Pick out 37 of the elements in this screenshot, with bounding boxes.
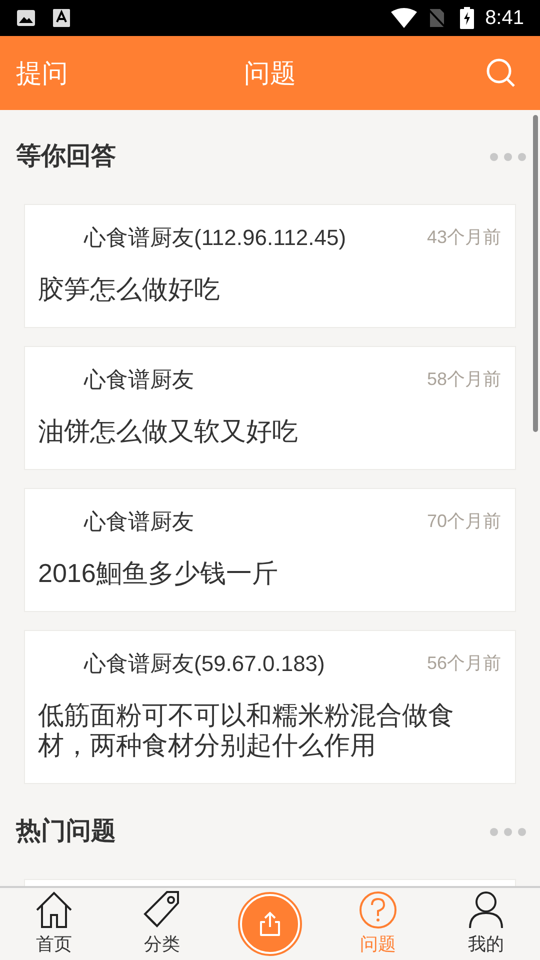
question-card[interactable]: 心食谱厨友 58个月前 油饼怎么做又软又好吃: [24, 346, 516, 470]
question-text: 2016鮰鱼多少钱一斤: [38, 558, 279, 588]
no-sim-icon: [427, 8, 446, 28]
question-card[interactable]: 心食谱厨友(59.67.0.183) 56个月前 低筋面粉可不可以和糯米粉混合做食材，两种食材分别起什么作用: [24, 630, 516, 784]
text-icon: [53, 9, 70, 27]
post-time: 56个月前: [426, 652, 501, 674]
more-icon[interactable]: [490, 828, 526, 836]
question-text: 油饼怎么做又软又好吃: [38, 416, 299, 446]
post-time: 70个月前: [426, 510, 501, 532]
image-icon: [16, 9, 36, 27]
question-card[interactable]: 心食谱厨友(112.96.112.45) 43个月前 胶笋怎么做好吃: [24, 204, 516, 328]
question-text: 胶笋怎么做好吃: [38, 274, 221, 304]
more-icon[interactable]: [490, 153, 526, 161]
author-name: 心食谱厨友: [84, 366, 194, 394]
nav-tab[interactable]: 我的: [468, 890, 504, 958]
page-title: 问题: [244, 56, 296, 90]
post-time: 58个月前: [426, 368, 501, 390]
search-icon[interactable]: [486, 58, 516, 88]
question-icon: [359, 890, 397, 928]
author-name: 心食谱厨友(112.96.112.45): [84, 224, 346, 252]
author-name: 心食谱厨友(59.67.0.183): [84, 650, 325, 678]
section-title: 等你回答: [16, 141, 116, 172]
author-name: 心食谱厨友: [84, 508, 194, 536]
nav-tab[interactable]: 首页: [35, 890, 73, 958]
nav-tab[interactable]: 分类: [143, 890, 181, 958]
share-button[interactable]: [240, 894, 300, 954]
home-icon: [35, 890, 73, 928]
question-card[interactable]: 心食谱厨友 70个月前 2016鮰鱼多少钱一斤: [24, 488, 516, 612]
user-icon: [468, 890, 504, 928]
wifi-icon: [391, 8, 418, 28]
share-icon: [258, 911, 282, 937]
question-text: 低筋面粉可不可以和糯米粉混合做食材，两种食材分别起什么作用: [38, 700, 455, 760]
section-title: 热门问题: [16, 816, 116, 848]
tag-icon: [143, 890, 181, 928]
battery-icon: [460, 7, 474, 29]
post-time: 43个月前: [426, 226, 501, 248]
clock: 8:41: [485, 6, 524, 31]
